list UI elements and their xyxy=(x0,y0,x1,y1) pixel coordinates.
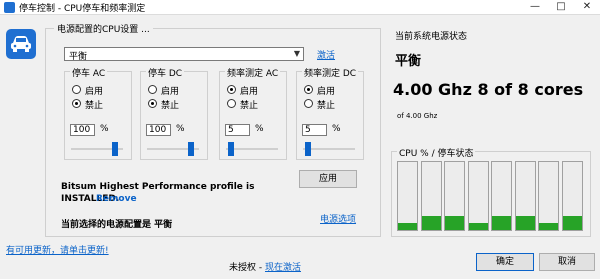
radio-icon[interactable] xyxy=(227,99,236,108)
radio-icon[interactable] xyxy=(304,85,313,94)
percent-value: 100 xyxy=(149,125,167,135)
app-icon xyxy=(4,2,15,13)
power-plan-select[interactable]: 平衡 ▼ xyxy=(64,47,304,62)
panel-2: 启用禁止 5% xyxy=(219,71,287,160)
core-bar-fill xyxy=(398,223,417,230)
core-bar xyxy=(514,161,536,231)
panel-title: 频率测定 DC xyxy=(302,66,359,79)
current-profile-text: 当前选择的电源配置是 平衡 xyxy=(61,220,173,230)
panel-1: 启用禁止 100% xyxy=(140,71,208,160)
bitsum-remove-link[interactable]: Remove xyxy=(96,194,137,204)
cpu-graph-label: CPU % / 停车状态 xyxy=(397,146,476,159)
activate-now-link[interactable]: 现在激活 xyxy=(265,263,301,273)
core-bar xyxy=(420,161,442,231)
slider-thumb[interactable] xyxy=(305,142,311,156)
slider-thumb[interactable] xyxy=(188,142,194,156)
radio-icon[interactable] xyxy=(148,85,157,94)
slider-thumb[interactable] xyxy=(228,142,234,156)
panel-3: 启用禁止 5% xyxy=(296,71,364,160)
radio-label: 禁止 xyxy=(85,101,104,111)
core-bar xyxy=(397,161,418,231)
unlicensed-text: 未授权 - xyxy=(229,263,265,273)
activate-plan-link[interactable]: 激活 xyxy=(317,48,335,61)
panel-title: 频率测定 AC xyxy=(225,66,281,79)
core-bar xyxy=(467,161,489,231)
close-button[interactable]: ✕ xyxy=(574,0,600,15)
radio-label: 启用 xyxy=(161,87,180,97)
radio-label: 启用 xyxy=(317,87,336,97)
core-bar xyxy=(444,161,465,231)
car-icon xyxy=(6,29,36,59)
update-available-link[interactable]: 有可用更新，请单击更新! xyxy=(6,243,109,256)
core-bar-fill xyxy=(492,216,511,230)
chevron-down-icon: ▼ xyxy=(293,49,300,58)
power-state-heading: 当前系统电源状态 xyxy=(395,32,468,42)
radio-icon[interactable] xyxy=(72,85,81,94)
radio-label: 启用 xyxy=(85,87,104,97)
current-plan-label: 平衡 xyxy=(395,54,422,69)
cpu-max-frequency: of 4.00 Ghz xyxy=(397,112,438,120)
core-bar-fill xyxy=(562,216,582,230)
radio-label: 禁止 xyxy=(240,101,259,111)
percent-unit: % xyxy=(255,124,264,134)
core-bar-fill xyxy=(445,216,464,230)
core-bar-fill xyxy=(468,223,488,230)
maximize-button[interactable]: □ xyxy=(548,0,574,15)
percent-value: 100 xyxy=(73,125,91,135)
percent-unit: % xyxy=(100,124,109,134)
cancel-button[interactable]: 取消 xyxy=(539,253,595,271)
percent-value: 5 xyxy=(228,125,234,135)
percent-value: 5 xyxy=(305,125,311,135)
radio-icon[interactable] xyxy=(227,85,236,94)
power-plan-value: 平衡 xyxy=(69,52,88,62)
percent-input[interactable]: 100 xyxy=(146,124,171,136)
slider-thumb[interactable] xyxy=(112,142,118,156)
title-bar: 停车控制 - CPU停车和频率测定 — □ ✕ xyxy=(0,0,600,15)
percent-input[interactable]: 5 xyxy=(302,124,327,136)
percent-unit: % xyxy=(176,124,185,134)
core-bar xyxy=(561,161,583,231)
core-bar xyxy=(491,161,512,231)
radio-label: 禁止 xyxy=(317,101,336,111)
radio-icon[interactable] xyxy=(72,99,81,108)
ok-button[interactable]: 确定 xyxy=(476,253,534,271)
panel-title: 停车 AC xyxy=(70,66,108,79)
apply-button[interactable]: 应用 xyxy=(299,170,357,188)
core-bar xyxy=(538,161,559,231)
radio-icon[interactable] xyxy=(304,99,313,108)
core-bar-fill xyxy=(421,216,441,230)
power-options-link[interactable]: 电源选项 xyxy=(320,212,356,225)
window-title: 停车控制 - CPU停车和频率测定 xyxy=(19,4,146,14)
license-status: 未授权 - 现在激活 xyxy=(229,260,301,273)
core-bar-fill xyxy=(539,223,558,230)
radio-icon[interactable] xyxy=(148,99,157,108)
radio-label: 启用 xyxy=(240,87,259,97)
radio-label: 禁止 xyxy=(161,101,180,111)
panel-title: 停车 DC xyxy=(146,66,185,79)
core-bar-fill xyxy=(515,216,535,230)
cpu-settings-label: 电源配置的CPU设置 ... xyxy=(54,22,153,35)
percent-input[interactable]: 100 xyxy=(70,124,95,136)
minimize-button[interactable]: — xyxy=(522,0,548,15)
percent-input[interactable]: 5 xyxy=(225,124,250,136)
panel-0: 启用禁止 100% xyxy=(64,71,132,160)
percent-unit: % xyxy=(332,124,341,134)
cpu-frequency-summary: 4.00 Ghz 8 of 8 cores xyxy=(393,80,584,99)
bitsum-status-text: Bitsum Highest Performance profile is xyxy=(61,182,255,192)
core-load-bars xyxy=(397,161,585,231)
